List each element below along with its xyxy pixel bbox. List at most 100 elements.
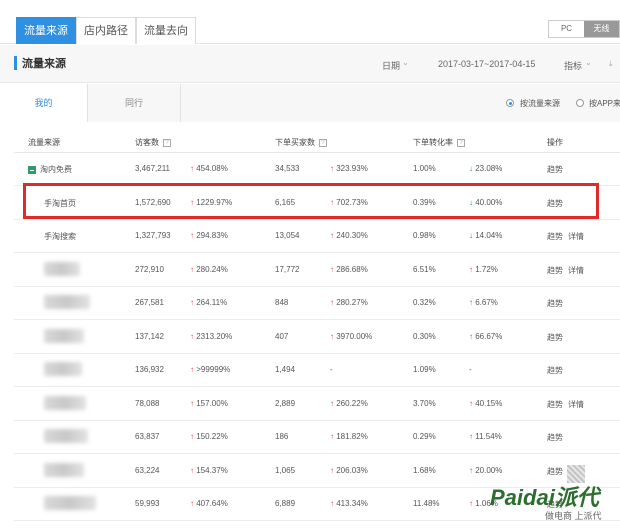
- redacted-source-label: [44, 462, 84, 477]
- trend-link[interactable]: 趋势: [547, 466, 563, 477]
- column-header-source: 流量来源: [28, 138, 60, 147]
- buyers-cell-value: 1,065: [275, 465, 296, 475]
- column-header-buyers[interactable]: 下单买家数?: [275, 137, 327, 148]
- visitors-cell: 1,327,793: [135, 231, 171, 240]
- tab-store-path[interactable]: 店内路径: [76, 17, 136, 44]
- visitors-change-cell: ↑ 454.08%: [190, 164, 228, 173]
- visitors-change-cell-value: 157.00%: [196, 398, 228, 408]
- visitors-cell-value: 78,088: [135, 398, 160, 408]
- trend-link[interactable]: 趋势: [547, 399, 563, 410]
- visitors-change-cell-value: 2313.20%: [196, 331, 233, 341]
- conversion-change-cell: ↓ 23.08%: [469, 164, 502, 173]
- visitors-cell: 3,467,211: [135, 164, 170, 173]
- visitors-change-cell: ↑ 154.37%: [190, 466, 228, 475]
- trend-link[interactable]: 趋势: [547, 198, 563, 209]
- visitors-cell-value: 59,993: [135, 499, 160, 508]
- buyers-cell: 186: [275, 432, 288, 441]
- chevron-down-icon[interactable]: ⌄: [402, 58, 409, 67]
- table-row[interactable]: 272,910 ↑ 280.24% 17,772 ↑ 286.68% 6.51% ↑ 1.…: [14, 254, 620, 287]
- table-row[interactable]: 137,142 ↑ 2313.20% 407 ↑ 3970.00% 0.30% ↑ 66.…: [14, 321, 620, 354]
- table-row[interactable]: 63,837 ↑ 150.22% 186 ↑ 181.82% 0.29% ↑ 11.54%…: [14, 421, 620, 454]
- device-wireless-button[interactable]: 无线: [584, 21, 619, 37]
- radio-by-traffic-source[interactable]: [506, 99, 514, 107]
- detail-link[interactable]: 详情: [568, 399, 584, 410]
- visitors-cell: 137,142: [135, 332, 164, 341]
- conversion-change-cell: ↑ 6.67%: [469, 298, 498, 307]
- buyers-change-cell: ↑ 286.68%: [330, 265, 368, 274]
- conversion-cell: 1.00%: [413, 164, 436, 173]
- visitors-change-cell: ↑ 294.83%: [190, 231, 228, 240]
- conversion-change-cell-value: 11.54%: [475, 432, 502, 441]
- sub-tab-bar: 我的 同行 按流量来源 按APP来源: [0, 84, 620, 122]
- buyers-cell-value: 6,165: [275, 197, 296, 207]
- buyers-cell-value: 848: [275, 298, 289, 307]
- subtab-mine[interactable]: 我的: [0, 84, 88, 122]
- buyers-cell: 34,533: [275, 164, 299, 173]
- trend-link[interactable]: 趋势: [547, 265, 563, 276]
- source-label: 手淘搜索: [44, 232, 76, 241]
- visitors-cell-value: 63,837: [135, 432, 160, 441]
- buyers-cell: 407: [275, 332, 288, 341]
- buyers-change-cell: ↑ 240.30%: [330, 231, 368, 240]
- conversion-cell: 1.09%: [413, 365, 436, 374]
- conversion-change-cell-value: 40.00%: [475, 197, 503, 207]
- tab-traffic-destination[interactable]: 流量去向: [136, 17, 196, 44]
- metric-label[interactable]: 指标: [564, 59, 582, 72]
- download-icon[interactable]: ⤓: [609, 59, 613, 69]
- buyers-cell: 6,889: [275, 499, 295, 508]
- visitors-change-cell-value: 294.83%: [196, 231, 228, 240]
- buyers-change-cell-value: -: [330, 365, 333, 374]
- trend-link[interactable]: 趋势: [547, 332, 563, 343]
- redacted-source-label: [44, 261, 80, 276]
- column-header-visitors[interactable]: 访客数?: [135, 137, 171, 148]
- help-icon[interactable]: ?: [163, 138, 171, 147]
- buyers-change-cell: ↑ 413.34%: [330, 499, 368, 508]
- help-icon[interactable]: ?: [319, 138, 327, 147]
- trend-link[interactable]: 趋势: [547, 231, 563, 242]
- buyers-change-cell-value: 702.73%: [336, 197, 368, 207]
- conversion-change-cell-value: 40.15%: [475, 398, 503, 408]
- subtab-peers[interactable]: 同行: [88, 84, 181, 122]
- visitors-change-cell-value: >99999%: [196, 365, 231, 374]
- trend-link[interactable]: 趋势: [547, 365, 563, 376]
- visitors-cell-value: 267,581: [135, 298, 164, 307]
- trend-link[interactable]: 趋势: [547, 298, 563, 309]
- buyers-change-cell-value: 413.34%: [336, 499, 368, 508]
- conversion-change-cell: ↓ 14.04%: [469, 231, 502, 240]
- radio-by-app-source[interactable]: [576, 99, 584, 107]
- section-accent-bar: [14, 56, 17, 70]
- buyers-change-cell: ↑ 3970.00%: [330, 332, 372, 341]
- column-header-conversion[interactable]: 下单转化率?: [413, 137, 465, 148]
- device-toggle: PC 无线: [548, 20, 620, 38]
- chevron-down-icon[interactable]: ⌄: [585, 58, 592, 67]
- detail-link[interactable]: 详情: [568, 231, 584, 242]
- conversion-change-cell: ↓ 40.00%: [469, 198, 502, 207]
- conversion-cell-value: 11.48%: [413, 499, 440, 508]
- table-row[interactable]: 手淘搜索 1,327,793 ↑ 294.83% 13,054 ↑ 240.30% 0.9…: [14, 220, 620, 253]
- table-row[interactable]: 手淘首页 1,572,690 ↑ 1229.97% 6,165 ↑ 702.73% 0.3…: [14, 187, 620, 220]
- device-pc-button[interactable]: PC: [549, 21, 584, 37]
- buyers-cell-value: 34,533: [275, 164, 300, 173]
- help-icon[interactable]: ?: [457, 138, 465, 147]
- trend-link[interactable]: 趋势: [547, 432, 563, 443]
- date-range[interactable]: 2017-03-17~2017-04-15: [438, 59, 535, 69]
- collapse-icon[interactable]: [28, 165, 36, 174]
- trend-link[interactable]: 趋势: [547, 164, 563, 175]
- source-label: 淘内免费: [40, 165, 72, 174]
- conversion-cell-value: 0.39%: [413, 197, 436, 207]
- buyers-change-cell-value: 3970.00%: [336, 331, 373, 341]
- redacted-source-label: [44, 395, 86, 410]
- conversion-change-cell-value: 23.08%: [475, 164, 503, 173]
- redacted-source-label: [44, 362, 82, 376]
- date-label[interactable]: 日期: [382, 59, 400, 72]
- table-row[interactable]: 136,932 ↑ >99999% 1,494 - 1.09% - 趋势: [14, 354, 620, 387]
- visitors-change-cell-value: 454.08%: [196, 164, 228, 173]
- conversion-cell-value: 1.09%: [413, 365, 436, 374]
- detail-link[interactable]: 详情: [568, 265, 584, 276]
- tab-traffic-source[interactable]: 流量来源: [16, 17, 76, 44]
- table-row[interactable]: 78,088 ↑ 157.00% 2,889 ↑ 260.22% 3.70% ↑ 40.1…: [14, 388, 620, 421]
- buyers-change-cell-value: 260.22%: [336, 398, 368, 408]
- table-row[interactable]: 267,581 ↑ 264.11% 848 ↑ 280.27% 0.32% ↑ 6.67%…: [14, 287, 620, 320]
- conversion-change-cell-value: 14.04%: [475, 231, 503, 240]
- table-row[interactable]: 淘内免费 3,467,211 ↑ 454.08% 34,533 ↑ 323.93% 1.0…: [14, 153, 620, 186]
